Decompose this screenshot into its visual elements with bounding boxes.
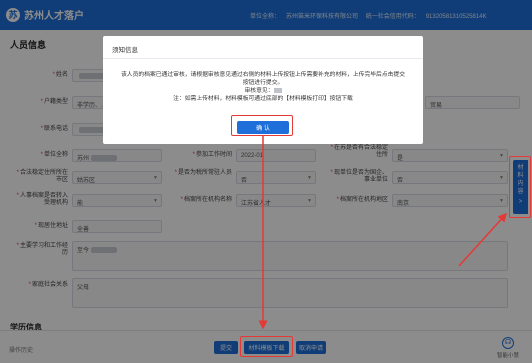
dialog-line-1: 该人员的档案已通过审核，请根据审核意见通过右侧的材料上传按钮上传需要补充的材料，…	[120, 72, 406, 86]
confirm-button[interactable]: 确 认	[237, 121, 289, 134]
dialog-line-3: 注：如需上传材料，材料模板可通过底部的【材料模板打印】按钮下载	[173, 96, 353, 102]
divider	[103, 58, 423, 59]
dialog-title: 须知信息	[112, 47, 138, 54]
notice-dialog: 须知信息 该人员的档案已通过审核，请根据审核意见通过右侧的材料上传按钮上传需要补…	[103, 36, 423, 144]
dialog-message: 该人员的档案已通过审核，请根据审核意见通过右侧的材料上传按钮上传需要补充的材料，…	[119, 71, 407, 103]
dialog-line-2: 审核意见：	[119, 87, 407, 95]
